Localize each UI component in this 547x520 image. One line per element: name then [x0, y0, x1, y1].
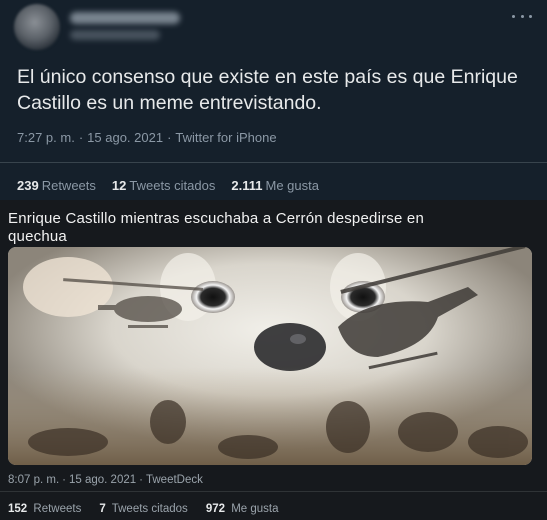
tweet-source[interactable]: Twitter for iPhone: [175, 130, 276, 145]
embedded-caption: Enrique Castillo mientras escuchaba a Ce…: [8, 210, 424, 245]
dot: [529, 14, 532, 18]
embedded-likes-label: Me gusta: [231, 503, 279, 515]
retweets-label: Retweets: [41, 178, 96, 193]
embedded-stats: 152 Retweets 7 Tweets citados 972 Me gus…: [8, 503, 297, 515]
retweets-stat[interactable]: 239 Retweets: [17, 178, 96, 193]
embedded-quote-tweets-count: 7: [99, 503, 106, 515]
main-tweet: El único consenso que existe en este paí…: [0, 0, 547, 200]
embedded-retweets-stat: 152 Retweets: [8, 503, 81, 515]
user-handle-blurred[interactable]: [70, 30, 160, 40]
quote-tweets-count: 12: [111, 178, 127, 193]
quote-tweets-stat[interactable]: 12 Tweets citados: [112, 178, 215, 193]
dog-eye-left: [191, 281, 235, 313]
embedded-quote-tweets-label: Tweets citados: [111, 503, 188, 515]
likes-count: 2.111: [231, 178, 263, 193]
tweet-meta: 7:27 p. m. · 15 ago. 2021 · Twitter for iPho…: [17, 130, 277, 145]
embedded-likes-stat: 972 Me gusta: [206, 503, 279, 515]
likes-stat[interactable]: 2.111 Me gusta: [231, 178, 319, 193]
tweet-stats: 239 Retweets 12 Tweets citados 2.111 Me gus…: [17, 178, 335, 193]
meme-image: [8, 247, 532, 465]
embedded-likes-count: 972: [205, 503, 225, 515]
separator: ·: [78, 130, 84, 145]
embedded-meta: 8:07 p. m. · 15 ago. 2021 · TweetDeck: [8, 474, 203, 486]
embedded-retweets-count: 152: [8, 503, 28, 515]
tweet-time[interactable]: 7:27 p. m.: [17, 130, 75, 145]
avatar[interactable]: [14, 4, 60, 50]
separator: ·: [139, 474, 143, 486]
separator: ·: [62, 474, 66, 486]
embedded-source: TweetDeck: [145, 474, 203, 486]
retweets-count: 239: [17, 178, 39, 193]
tweet-date[interactable]: 15 ago. 2021: [87, 130, 163, 145]
more-horizontal-icon[interactable]: [512, 10, 532, 22]
quote-tweets-label: Tweets citados: [129, 178, 216, 193]
embedded-quote-tweets-stat: 7 Tweets citados: [99, 503, 187, 515]
embedded-tweet-image[interactable]: Enrique Castillo mientras escuchaba a Ce…: [0, 200, 547, 520]
embedded-date: 15 ago. 2021: [68, 474, 137, 486]
dot: [512, 14, 515, 18]
embedded-retweets-label: Retweets: [33, 503, 82, 515]
dot: [520, 14, 524, 18]
divider: [0, 491, 547, 492]
likes-label: Me gusta: [265, 178, 319, 193]
divider: [0, 162, 547, 163]
dog-nose: [254, 323, 326, 371]
tweet-text: El único consenso que existe en este paí…: [17, 66, 518, 114]
display-name-blurred[interactable]: [70, 12, 180, 24]
embedded-time: 8:07 p. m.: [8, 474, 60, 486]
separator: ·: [167, 130, 172, 145]
